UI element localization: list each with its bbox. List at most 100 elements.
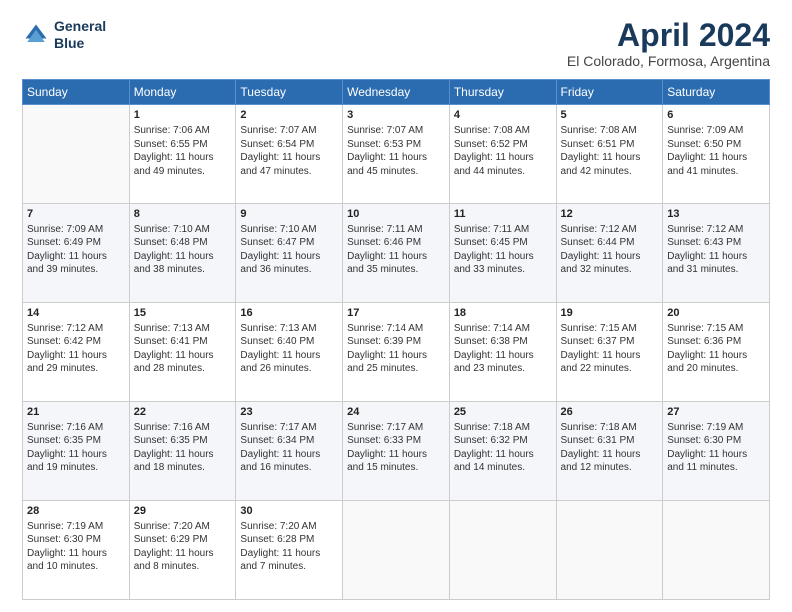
day-info: Sunset: 6:50 PM — [667, 138, 765, 152]
col-header-monday: Monday — [129, 80, 236, 105]
col-header-tuesday: Tuesday — [236, 80, 343, 105]
day-info: Sunrise: 7:13 AM — [134, 322, 232, 336]
day-info: Sunset: 6:31 PM — [561, 434, 659, 448]
day-info: Sunrise: 7:07 AM — [347, 124, 445, 138]
day-info: Sunset: 6:52 PM — [454, 138, 552, 152]
calendar-cell — [663, 501, 770, 600]
calendar-cell: 30Sunrise: 7:20 AMSunset: 6:28 PMDayligh… — [236, 501, 343, 600]
day-number: 22 — [134, 405, 232, 420]
page: General Blue April 2024 El Colorado, For… — [0, 0, 792, 612]
day-info: Sunset: 6:28 PM — [240, 533, 338, 547]
day-info: Sunset: 6:55 PM — [134, 138, 232, 152]
day-info: Daylight: 11 hours — [347, 448, 445, 462]
calendar-cell: 11Sunrise: 7:11 AMSunset: 6:45 PMDayligh… — [449, 204, 556, 303]
calendar-cell: 19Sunrise: 7:15 AMSunset: 6:37 PMDayligh… — [556, 303, 663, 402]
day-info: Sunrise: 7:14 AM — [347, 322, 445, 336]
day-info: Daylight: 11 hours — [134, 250, 232, 264]
day-number: 5 — [561, 108, 659, 123]
day-info: Sunset: 6:38 PM — [454, 335, 552, 349]
day-info: Sunrise: 7:17 AM — [347, 421, 445, 435]
day-info: Sunset: 6:35 PM — [134, 434, 232, 448]
day-info: Sunset: 6:29 PM — [134, 533, 232, 547]
day-info: Sunrise: 7:10 AM — [134, 223, 232, 237]
day-info: Sunrise: 7:18 AM — [561, 421, 659, 435]
day-number: 23 — [240, 405, 338, 420]
day-info: Daylight: 11 hours — [240, 349, 338, 363]
day-info: Daylight: 11 hours — [134, 547, 232, 561]
logo: General Blue — [22, 18, 106, 52]
day-info: Sunset: 6:30 PM — [667, 434, 765, 448]
day-info: Sunrise: 7:12 AM — [667, 223, 765, 237]
day-info: Daylight: 11 hours — [240, 250, 338, 264]
day-info: and 41 minutes. — [667, 165, 765, 179]
day-info: and 20 minutes. — [667, 362, 765, 376]
day-number: 15 — [134, 306, 232, 321]
col-header-sunday: Sunday — [23, 80, 130, 105]
day-info: Sunrise: 7:16 AM — [27, 421, 125, 435]
calendar-cell: 21Sunrise: 7:16 AMSunset: 6:35 PMDayligh… — [23, 402, 130, 501]
day-number: 24 — [347, 405, 445, 420]
day-number: 29 — [134, 504, 232, 519]
day-info: Sunset: 6:42 PM — [27, 335, 125, 349]
day-info: Sunrise: 7:10 AM — [240, 223, 338, 237]
day-info: and 44 minutes. — [454, 165, 552, 179]
day-info: Daylight: 11 hours — [561, 349, 659, 363]
day-info: Sunset: 6:33 PM — [347, 434, 445, 448]
day-info: Daylight: 11 hours — [240, 547, 338, 561]
day-info: Sunrise: 7:12 AM — [27, 322, 125, 336]
day-info: Sunrise: 7:16 AM — [134, 421, 232, 435]
day-info: and 29 minutes. — [27, 362, 125, 376]
day-info: Sunrise: 7:09 AM — [27, 223, 125, 237]
day-info: Daylight: 11 hours — [561, 151, 659, 165]
day-info: Sunset: 6:46 PM — [347, 236, 445, 250]
day-info: Sunrise: 7:14 AM — [454, 322, 552, 336]
day-info: and 31 minutes. — [667, 263, 765, 277]
day-number: 11 — [454, 207, 552, 222]
day-info: and 15 minutes. — [347, 461, 445, 475]
day-number: 28 — [27, 504, 125, 519]
day-info: and 42 minutes. — [561, 165, 659, 179]
day-info: and 35 minutes. — [347, 263, 445, 277]
day-info: Sunset: 6:44 PM — [561, 236, 659, 250]
calendar-cell: 12Sunrise: 7:12 AMSunset: 6:44 PMDayligh… — [556, 204, 663, 303]
day-info: Daylight: 11 hours — [347, 349, 445, 363]
day-info: Daylight: 11 hours — [667, 448, 765, 462]
day-info: and 36 minutes. — [240, 263, 338, 277]
day-number: 6 — [667, 108, 765, 123]
day-info: Sunset: 6:36 PM — [667, 335, 765, 349]
day-info: and 47 minutes. — [240, 165, 338, 179]
day-info: Daylight: 11 hours — [134, 151, 232, 165]
calendar-cell: 13Sunrise: 7:12 AMSunset: 6:43 PMDayligh… — [663, 204, 770, 303]
day-number: 8 — [134, 207, 232, 222]
day-info: Sunrise: 7:15 AM — [561, 322, 659, 336]
day-info: Sunset: 6:47 PM — [240, 236, 338, 250]
day-info: and 12 minutes. — [561, 461, 659, 475]
day-info: Daylight: 11 hours — [454, 250, 552, 264]
day-info: Daylight: 11 hours — [134, 349, 232, 363]
day-number: 10 — [347, 207, 445, 222]
day-info: Sunset: 6:34 PM — [240, 434, 338, 448]
day-info: Sunset: 6:48 PM — [134, 236, 232, 250]
calendar-cell: 7Sunrise: 7:09 AMSunset: 6:49 PMDaylight… — [23, 204, 130, 303]
day-info: and 45 minutes. — [347, 165, 445, 179]
calendar-cell: 1Sunrise: 7:06 AMSunset: 6:55 PMDaylight… — [129, 105, 236, 204]
calendar-cell: 9Sunrise: 7:10 AMSunset: 6:47 PMDaylight… — [236, 204, 343, 303]
day-info: and 23 minutes. — [454, 362, 552, 376]
day-info: Daylight: 11 hours — [667, 250, 765, 264]
day-info: and 16 minutes. — [240, 461, 338, 475]
day-number: 1 — [134, 108, 232, 123]
day-info: Daylight: 11 hours — [347, 151, 445, 165]
sub-title: El Colorado, Formosa, Argentina — [567, 53, 770, 69]
day-number: 2 — [240, 108, 338, 123]
col-header-friday: Friday — [556, 80, 663, 105]
calendar-cell: 10Sunrise: 7:11 AMSunset: 6:46 PMDayligh… — [343, 204, 450, 303]
day-number: 3 — [347, 108, 445, 123]
calendar-cell: 8Sunrise: 7:10 AMSunset: 6:48 PMDaylight… — [129, 204, 236, 303]
day-info: Sunrise: 7:08 AM — [561, 124, 659, 138]
calendar-cell: 17Sunrise: 7:14 AMSunset: 6:39 PMDayligh… — [343, 303, 450, 402]
day-info: and 32 minutes. — [561, 263, 659, 277]
day-info: Sunrise: 7:20 AM — [134, 520, 232, 534]
day-number: 27 — [667, 405, 765, 420]
col-header-thursday: Thursday — [449, 80, 556, 105]
day-info: and 10 minutes. — [27, 560, 125, 574]
